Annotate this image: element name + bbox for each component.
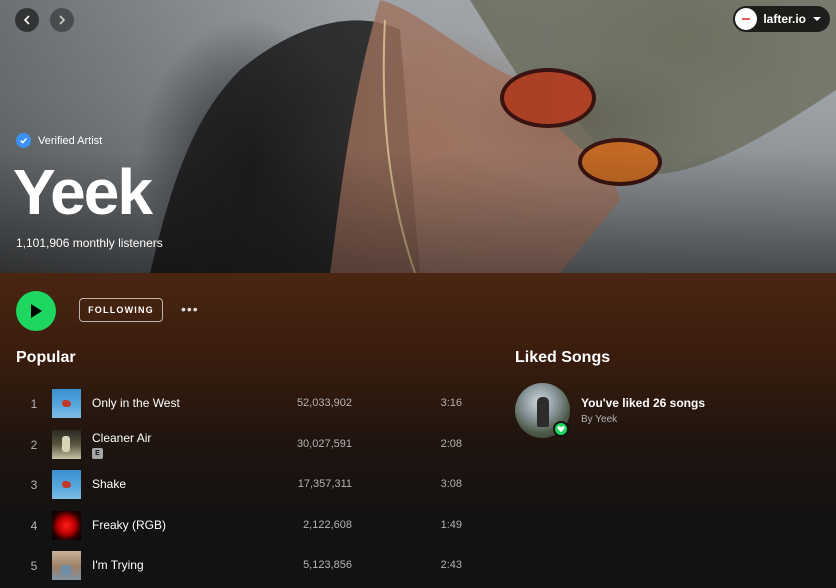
verified-badge-icon xyxy=(16,133,31,148)
liked-count: You've liked 26 songs xyxy=(581,396,706,410)
track-duration: 1:49 xyxy=(440,518,462,531)
track-row[interactable]: 4 Freaky (RGB) 2,122,608 1:49 xyxy=(16,505,476,546)
track-duration: 3:08 xyxy=(440,478,462,490)
play-icon xyxy=(31,304,42,318)
track-plays: 30,027,591 xyxy=(296,437,352,450)
track-artwork xyxy=(52,551,81,580)
track-number: 4 xyxy=(30,518,38,533)
track-number: 2 xyxy=(30,437,38,452)
back-button[interactable] xyxy=(15,8,39,32)
popular-heading: Popular xyxy=(16,349,76,366)
chevron-right-icon xyxy=(59,15,66,25)
track-title: I'm Trying xyxy=(92,558,144,572)
track-plays: 17,357,311 xyxy=(297,478,352,490)
hero-gradient xyxy=(0,0,836,273)
verified-label: Verified Artist xyxy=(38,134,103,147)
forward-button[interactable] xyxy=(50,8,74,32)
monthly-listeners: 1,101,906 monthly listeners xyxy=(16,236,163,250)
more-options-button[interactable]: ••• xyxy=(181,301,199,317)
track-title: Cleaner Air xyxy=(92,430,152,445)
track-duration: 3:16 xyxy=(440,397,462,409)
following-button[interactable]: FOLLOWING xyxy=(79,298,163,322)
user-menu-button[interactable]: lafter.io xyxy=(733,6,830,32)
track-title: Shake xyxy=(92,477,127,491)
avatar xyxy=(735,8,758,30)
track-duration: 2:43 xyxy=(440,559,462,571)
track-row[interactable]: 2 Cleaner Air E 30,027,591 2:08 xyxy=(16,424,476,465)
track-row[interactable]: 5 I'm Trying 5,123,856 2:43 xyxy=(16,545,476,586)
play-button[interactable] xyxy=(16,291,56,331)
liked-songs-card[interactable]: You've liked 26 songs By Yeek xyxy=(515,383,815,439)
track-title: Only in the West xyxy=(92,396,180,410)
track-number: 3 xyxy=(30,478,38,492)
verified-artist: Verified Artist xyxy=(16,133,102,148)
track-number: 5 xyxy=(30,559,38,573)
caret-down-icon xyxy=(813,17,821,21)
user-name: lafter.io xyxy=(763,12,806,26)
liked-by-artist: By Yeek xyxy=(581,414,618,425)
track-artwork xyxy=(52,510,81,540)
artist-content: FOLLOWING ••• Popular Liked Songs 1 Only… xyxy=(0,273,836,588)
artist-name: Yeek xyxy=(13,156,153,228)
popular-track-list: 1 Only in the West 52,033,902 3:16 2 Cle… xyxy=(16,383,476,586)
track-plays: 52,033,902 xyxy=(296,397,352,409)
liked-songs-heading: Liked Songs xyxy=(515,349,611,366)
track-duration: 2:08 xyxy=(440,437,462,450)
track-plays: 2,122,608 xyxy=(303,518,352,531)
track-row[interactable]: 1 Only in the West 52,033,902 3:16 xyxy=(16,383,476,424)
chevron-left-icon xyxy=(23,15,30,25)
track-artwork xyxy=(52,470,81,499)
explicit-badge: E xyxy=(92,447,103,459)
track-row[interactable]: 3 Shake 17,357,311 3:08 xyxy=(16,464,476,505)
artist-header-image: lafter.io Verified Artist Yeek 1,101,906… xyxy=(0,0,836,273)
track-artwork xyxy=(52,429,81,459)
heart-icon xyxy=(553,421,569,437)
track-number: 1 xyxy=(30,397,38,411)
track-artwork xyxy=(52,389,81,418)
track-plays: 5,123,856 xyxy=(303,559,352,571)
track-title: Freaky (RGB) xyxy=(92,517,167,532)
